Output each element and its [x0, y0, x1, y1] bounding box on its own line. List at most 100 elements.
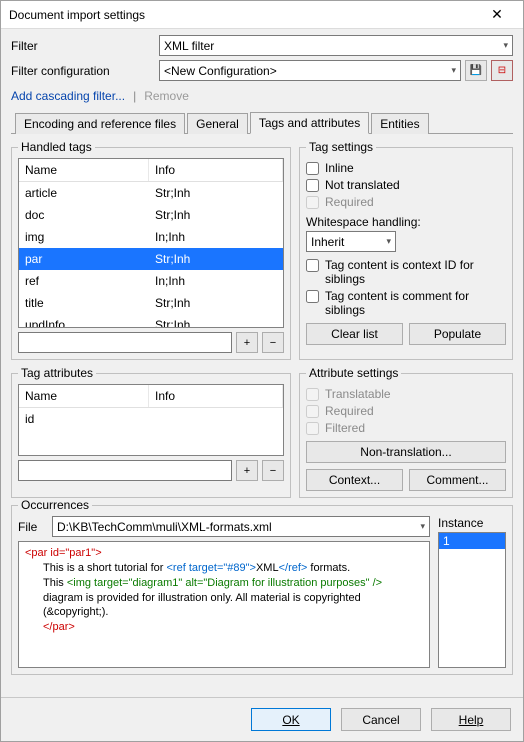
remove-tag-button[interactable]: − — [262, 332, 284, 353]
tag-attributes-table[interactable]: Name Info id — [18, 384, 284, 456]
col-info[interactable]: Info — [149, 385, 283, 407]
link-separator: | — [133, 89, 136, 103]
not-translated-checkbox-row[interactable]: Not translated — [306, 178, 506, 192]
table-row[interactable]: updInfoStr;Inh — [19, 314, 283, 328]
tab-entities[interactable]: Entities — [371, 113, 428, 134]
add-tag-button[interactable]: + — [236, 332, 258, 353]
col-info[interactable]: Info — [149, 159, 283, 181]
cell-name: doc — [19, 204, 149, 226]
required-checkbox-row: Required — [306, 195, 506, 209]
col-name[interactable]: Name — [19, 385, 149, 407]
attrs-groups-row: Tag attributes Name Info id + − Attribut… — [11, 366, 513, 498]
tag-attributes-input[interactable] — [18, 460, 232, 481]
non-translation-button[interactable]: Non-translation... — [306, 441, 506, 463]
code-preview[interactable]: <par id="par1"> This is a short tutorial… — [18, 541, 430, 668]
tag-attributes-group: Tag attributes Name Info id + − — [11, 366, 291, 498]
code-text: This — [43, 577, 67, 589]
occurrences-body: File D:\KB\TechComm\muli\XML-formats.xml… — [18, 516, 506, 668]
add-cascading-filter-link[interactable]: Add cascading filter... — [11, 89, 125, 103]
close-button[interactable]: ✕ — [477, 4, 517, 26]
instance-label: Instance — [438, 516, 506, 530]
file-combo[interactable]: D:\KB\TechComm\muli\XML-formats.xml ▾ — [52, 516, 430, 537]
cell-name: article — [19, 182, 149, 204]
window-title: Document import settings — [9, 8, 477, 22]
tab-general[interactable]: General — [187, 113, 248, 134]
attr-required-label: Required — [325, 404, 374, 418]
file-value: D:\KB\TechComm\muli\XML-formats.xml — [57, 520, 272, 534]
attribute-btn-row-2: Context... Comment... — [306, 469, 506, 491]
table-row[interactable]: id — [19, 408, 283, 430]
help-button[interactable]: Help — [431, 708, 511, 731]
comment-label: Tag content is comment for siblings — [325, 289, 506, 317]
remove-filter-link: Remove — [144, 89, 189, 103]
context-id-checkbox-row[interactable]: Tag content is context ID for siblings — [306, 258, 506, 286]
filter-combo[interactable]: XML filter ▾ — [159, 35, 513, 56]
filter-row: Filter XML filter ▾ — [11, 35, 513, 56]
cell-info: Str;Inh — [149, 182, 283, 204]
tag-attributes-legend: Tag attributes — [18, 366, 96, 380]
code-ref-open: <ref target="#89"> — [167, 562, 256, 574]
whitespace-value: Inherit — [311, 235, 344, 249]
code-text: formats. — [307, 562, 350, 574]
handled-tags-input[interactable] — [18, 332, 232, 353]
handled-tags-table[interactable]: Name Info articleStr;InhdocStr;InhimgIn;… — [18, 158, 284, 328]
inline-checkbox-row[interactable]: Inline — [306, 161, 506, 175]
tag-attributes-toolbar: + − — [18, 460, 284, 481]
filter-config-combo[interactable]: <New Configuration> ▾ — [159, 60, 461, 81]
table-row[interactable]: imgIn;Inh — [19, 226, 283, 248]
remove-attr-button[interactable]: − — [262, 460, 284, 481]
help-button-label: Help — [459, 713, 484, 727]
occurrences-group: Occurrences File D:\KB\TechComm\muli\XML… — [11, 498, 513, 675]
chevron-down-icon: ▾ — [420, 521, 425, 532]
instance-list[interactable]: 1 — [438, 532, 506, 668]
filter-label: Filter — [11, 39, 159, 53]
context-button[interactable]: Context... — [306, 469, 403, 491]
tab-encoding[interactable]: Encoding and reference files — [15, 113, 185, 134]
list-item[interactable]: 1 — [439, 533, 505, 549]
handled-tags-toolbar: + − — [18, 332, 284, 353]
populate-button[interactable]: Populate — [409, 323, 506, 345]
comment-checkbox[interactable] — [306, 290, 319, 303]
ok-button[interactable]: OK — [251, 708, 331, 731]
cell-info: Str;Inh — [149, 314, 283, 328]
table-row[interactable]: titleStr;Inh — [19, 292, 283, 314]
col-name[interactable]: Name — [19, 159, 149, 181]
table-row[interactable]: docStr;Inh — [19, 204, 283, 226]
minus-icon: − — [270, 337, 276, 349]
add-attr-button[interactable]: + — [236, 460, 258, 481]
comment-button[interactable]: Comment... — [409, 469, 506, 491]
context-id-checkbox[interactable] — [306, 259, 319, 272]
tag-settings-legend: Tag settings — [306, 140, 376, 154]
table-row[interactable]: articleStr;Inh — [19, 182, 283, 204]
comment-checkbox-row[interactable]: Tag content is comment for siblings — [306, 289, 506, 317]
tab-tags-attributes[interactable]: Tags and attributes — [250, 112, 369, 134]
code-text: diagram is provided for illustration onl… — [25, 591, 423, 606]
cell-info: In;Inh — [149, 226, 283, 248]
cell-info: Str;Inh — [149, 204, 283, 226]
required-checkbox — [306, 196, 319, 209]
plus-icon: + — [244, 337, 250, 349]
cell-name: img — [19, 226, 149, 248]
translatable-checkbox — [306, 388, 319, 401]
save-config-button[interactable]: 💾 — [465, 60, 487, 81]
cell-name: par — [19, 248, 149, 270]
table-row[interactable]: parStr;Inh — [19, 248, 283, 270]
clear-list-button[interactable]: Clear list — [306, 323, 403, 345]
cancel-button[interactable]: Cancel — [341, 708, 421, 731]
cell-name: title — [19, 292, 149, 314]
delete-config-button[interactable]: ⊟ — [491, 60, 513, 81]
code-text: This is a short tutorial for — [43, 562, 167, 574]
occurrences-legend: Occurrences — [18, 498, 92, 512]
file-label: File — [18, 520, 46, 534]
cell-name: ref — [19, 270, 149, 292]
cell-name: id — [19, 408, 149, 430]
table-row[interactable]: refIn;Inh — [19, 270, 283, 292]
tags-groups-row: Handled tags Name Info articleStr;Inhdoc… — [11, 140, 513, 360]
not-translated-checkbox[interactable] — [306, 179, 319, 192]
whitespace-combo[interactable]: Inherit ▾ — [306, 231, 396, 252]
title-bar: Document import settings ✕ — [1, 1, 523, 29]
inline-checkbox[interactable] — [306, 162, 319, 175]
inline-label: Inline — [325, 161, 354, 175]
cell-info: In;Inh — [149, 270, 283, 292]
filtered-label: Filtered — [325, 421, 365, 435]
